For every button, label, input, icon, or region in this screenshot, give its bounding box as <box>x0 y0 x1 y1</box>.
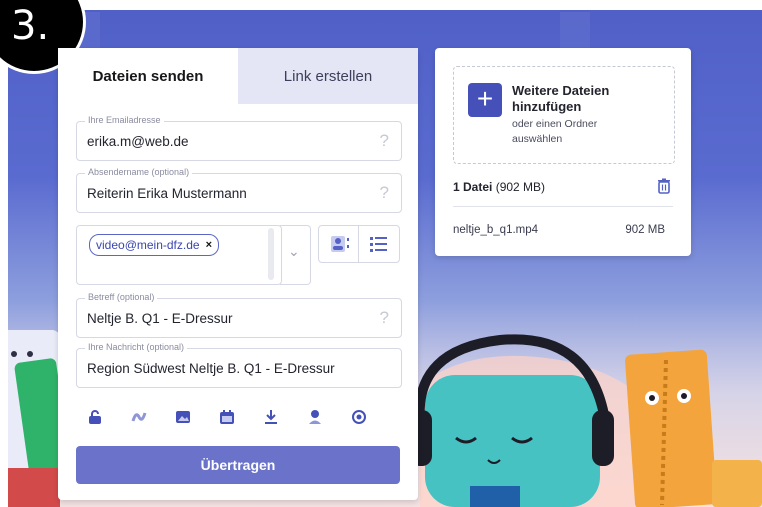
chevron-down-icon: ⌄ <box>288 243 300 259</box>
contact-card-icon <box>331 236 349 252</box>
step-number: 3. <box>11 3 50 49</box>
add-folder-hint: oder einen Ordner auswählen <box>512 118 598 145</box>
help-icon[interactable]: ? <box>380 183 389 203</box>
person-icon[interactable] <box>302 404 328 430</box>
image-icon[interactable] <box>170 404 196 430</box>
list-icon <box>370 237 387 252</box>
plus-icon[interactable]: + <box>468 83 502 117</box>
frame-top <box>0 0 762 10</box>
recipient-field[interactable]: video@mein-dfz.de × <box>76 225 282 285</box>
subject-label: Betreff (optional) <box>85 292 158 302</box>
message-label: Ihre Nachricht (optional) <box>85 342 188 352</box>
message-value: Region Südwest Neltje B. Q1 - E-Dressur <box>87 361 335 376</box>
remove-recipient-icon[interactable]: × <box>206 239 212 251</box>
lock-icon[interactable] <box>82 404 108 430</box>
email-label: Ihre Emailadresse <box>85 115 164 125</box>
add-files-title: Weitere Dateien hinzufügen <box>512 83 610 114</box>
upload-form-card: Dateien senden Link erstellen Ihre Email… <box>58 48 418 500</box>
files-card: + Weitere Dateien hinzufügen oder einen … <box>435 48 691 256</box>
calendar-icon[interactable] <box>214 404 240 430</box>
frame-left <box>0 0 8 507</box>
file-count-number: 1 Datei <box>453 180 493 194</box>
recipient-list-button[interactable] <box>358 225 400 263</box>
file-count: 1 Datei (902 MB) <box>453 180 545 194</box>
tab-create-link[interactable]: Link erstellen <box>238 48 418 104</box>
email-field[interactable]: Ihre Emailadresse erika.m@web.de ? <box>76 115 402 161</box>
download-icon[interactable] <box>258 404 284 430</box>
file-count-size: (902 MB) <box>492 180 546 194</box>
file-size: 902 MB <box>625 224 665 236</box>
recipient-dropdown-toggle[interactable]: ⌄ <box>280 225 311 285</box>
tab-send-files[interactable]: Dateien senden <box>58 48 238 104</box>
sender-name-value: Reiterin Erika Mustermann <box>87 186 247 201</box>
sender-name-field[interactable]: Absendername (optional) Reiterin Erika M… <box>76 167 402 213</box>
email-value: erika.m@web.de <box>87 134 189 149</box>
add-files-dropzone[interactable]: + Weitere Dateien hinzufügen oder einen … <box>453 66 675 164</box>
sender-name-label: Absendername (optional) <box>85 167 193 177</box>
recipient-chip[interactable]: video@mein-dfz.de × <box>89 234 220 256</box>
divider <box>453 206 673 207</box>
trash-icon[interactable] <box>657 178 671 197</box>
recipient-scrollbar[interactable] <box>268 228 274 280</box>
options-toolbar <box>76 404 400 430</box>
contacts-button[interactable] <box>318 225 360 263</box>
recipient-email: video@mein-dfz.de <box>96 238 200 252</box>
help-icon[interactable]: ? <box>380 131 389 151</box>
submit-button[interactable]: Übertragen <box>76 446 400 484</box>
subject-value: Neltje B. Q1 - E-Dressur <box>87 311 233 326</box>
subject-field[interactable]: Betreff (optional) Neltje B. Q1 - E-Dres… <box>76 292 402 338</box>
tab-bar: Dateien senden Link erstellen <box>58 48 418 104</box>
eye-icon[interactable] <box>346 404 372 430</box>
help-icon[interactable]: ? <box>380 308 389 328</box>
file-name: neltje_b_q1.mp4 <box>453 224 539 236</box>
message-field[interactable]: Ihre Nachricht (optional) Region Südwest… <box>76 342 402 388</box>
wave-icon[interactable] <box>126 404 152 430</box>
